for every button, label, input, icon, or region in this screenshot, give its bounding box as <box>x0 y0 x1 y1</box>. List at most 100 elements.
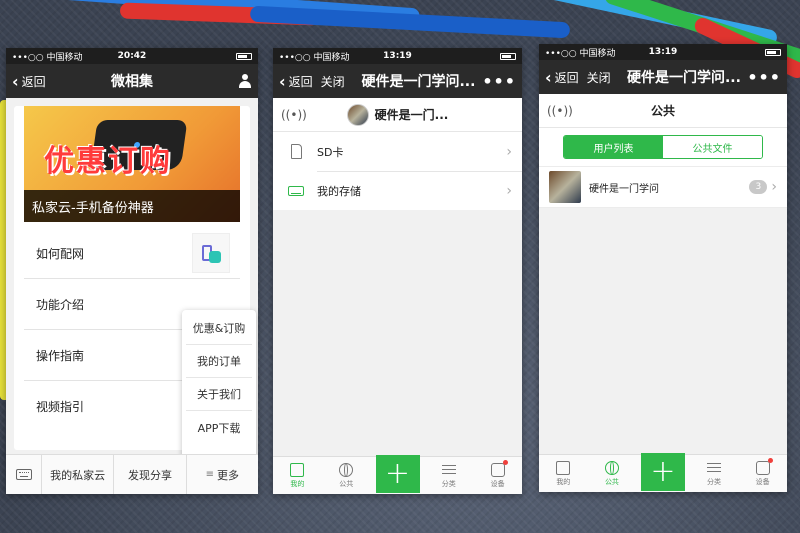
back-button[interactable]: ‹ 返回 <box>12 72 46 91</box>
tab-public[interactable]: 公共 <box>588 455 637 492</box>
folder-icon <box>556 460 571 475</box>
popup-item-app-download[interactable]: APP下载 <box>186 411 252 444</box>
tab-mine[interactable]: 我的 <box>273 457 322 494</box>
carrier-label: •••○○ 中国移动 <box>279 52 350 63</box>
battery-indicator <box>702 48 782 57</box>
menu-item-label: 操作指南 <box>36 348 85 363</box>
tab-label: 分类 <box>707 477 722 486</box>
chevron-right-icon: › <box>506 182 512 199</box>
back-button[interactable]: ‹ 返回 <box>279 72 313 91</box>
globe-icon <box>604 460 619 475</box>
storage-item-label: 我的存储 <box>317 184 361 198</box>
clock: 20:42 <box>117 51 147 61</box>
user-icon[interactable] <box>238 74 252 88</box>
menu-more-label: 更多 <box>217 468 240 482</box>
globe-icon <box>339 462 354 477</box>
banner-caption: 私家云-手机备份神器 <box>24 190 240 222</box>
menu-item-label: 视频指引 <box>36 400 85 414</box>
popup-item-promo-order[interactable]: 优惠&订购 <box>186 312 252 345</box>
storage-item-sd-card[interactable]: SD卡 › <box>273 132 522 171</box>
storage-list: SD卡 › 我的存储 › <box>273 132 522 210</box>
list-item[interactable]: 硬件是一门学问 3 › <box>539 166 787 208</box>
chevron-right-icon: › <box>506 143 512 160</box>
battery-icon <box>500 52 516 60</box>
drive-icon <box>288 185 304 196</box>
tab-category[interactable]: 分类 <box>690 455 739 492</box>
add-button[interactable]: + <box>636 452 689 492</box>
menu-item-label: 如何配网 <box>36 246 85 261</box>
clock: 13:19 <box>383 51 412 61</box>
wifi-phone-icon <box>192 233 230 273</box>
count-badge: 3 <box>749 180 768 194</box>
device-icon <box>755 457 773 475</box>
segment-public-files[interactable]: 公共文件 <box>663 136 762 158</box>
page-title: 硬件是一门学问... <box>626 70 741 86</box>
tab-label: 设备 <box>755 477 770 486</box>
chevron-left-icon: ‹ <box>12 71 19 91</box>
tab-label: 我的 <box>556 477 571 486</box>
tab-public[interactable]: 公共 <box>322 457 371 494</box>
battery-icon <box>236 52 252 60</box>
device-name: 硬件是一门... <box>374 108 449 122</box>
more-dots-icon[interactable]: ••• <box>747 68 781 87</box>
close-button[interactable]: 关闭 <box>321 73 345 90</box>
folder-icon <box>290 462 305 477</box>
plus-icon: + <box>375 454 420 493</box>
device-icon <box>490 459 508 477</box>
user-name: 硬件是一门学问 <box>589 183 659 195</box>
battery-icon <box>765 48 782 56</box>
keyboard-toggle[interactable] <box>6 455 42 494</box>
tab-device[interactable]: 设备 <box>738 455 787 492</box>
phone-screen-public: •••○○ 中国移动 13:19 ‹ 返回 关闭 硬件是一门学问... ••• … <box>539 44 787 492</box>
hamburger-icon: ≡ <box>205 469 215 480</box>
menu-discover-share[interactable]: 发现分享 <box>114 455 187 494</box>
tab-label: 公共 <box>604 477 619 486</box>
sd-card-icon <box>290 144 302 159</box>
back-label: 返回 <box>21 74 46 89</box>
menu-item-network-setup[interactable]: 如何配网 <box>24 228 240 279</box>
segment-control: 用户列表 公共文件 <box>563 135 763 159</box>
battery-indicator <box>172 52 252 61</box>
nav-bar: ‹ 返回 微相集 <box>6 64 258 98</box>
device-header: ((•)) 硬件是一门... <box>273 98 522 132</box>
tab-label: 我的 <box>290 479 305 488</box>
storage-item-label: SD卡 <box>317 145 344 159</box>
add-button[interactable]: + <box>371 454 425 494</box>
page-title: 硬件是一门学问... <box>361 74 476 90</box>
carrier-label: •••○○ 中国移动 <box>12 52 83 63</box>
status-bar: •••○○ 中国移动 20:42 <box>6 48 258 64</box>
clock: 13:19 <box>648 47 678 57</box>
status-bar: •••○○ 中国移动 13:19 <box>273 48 522 64</box>
tab-device[interactable]: 设备 <box>473 457 522 494</box>
back-label: 返回 <box>288 74 313 89</box>
bottom-tab-bar: 我的 公共 + 分类 设备 <box>273 454 522 494</box>
menu-more[interactable]: ≡ 更多 <box>187 455 258 494</box>
nav-bar: ‹ 返回 关闭 硬件是一门学问... ••• <box>273 64 522 98</box>
tab-mine[interactable]: 我的 <box>539 455 588 492</box>
battery-indicator <box>437 52 516 61</box>
keyboard-icon <box>15 469 32 480</box>
popup-item-about-us[interactable]: 关于我们 <box>186 378 252 411</box>
menu-item-label: 功能介绍 <box>36 297 85 312</box>
chevron-left-icon: ‹ <box>279 71 286 91</box>
more-dots-icon[interactable]: ••• <box>482 72 516 91</box>
tab-category[interactable]: 分类 <box>424 457 473 494</box>
avatar <box>549 171 581 203</box>
promo-banner[interactable]: 优惠订购 私家云-手机备份神器 <box>24 106 240 222</box>
storage-item-my-storage[interactable]: 我的存储 › <box>273 171 522 210</box>
chevron-left-icon: ‹ <box>545 67 552 87</box>
nav-bar: ‹ 返回 关闭 硬件是一门学问... ••• <box>539 60 787 94</box>
chevron-right-icon: › <box>771 179 777 195</box>
bottom-menu-bar: 我的私家云 发现分享 ≡ 更多 <box>6 454 258 494</box>
tab-label: 分类 <box>441 479 456 488</box>
carrier-label: •••○○ 中国移动 <box>545 48 616 59</box>
plus-icon: + <box>640 452 685 491</box>
close-button[interactable]: 关闭 <box>587 69 611 86</box>
tab-label: 公共 <box>339 479 354 488</box>
menu-my-cloud[interactable]: 我的私家云 <box>42 455 115 494</box>
popup-item-my-orders[interactable]: 我的订单 <box>186 345 252 378</box>
section-title: 公共 <box>650 104 675 118</box>
back-button[interactable]: ‹ 返回 <box>545 68 579 87</box>
phone-screen-storage: •••○○ 中国移动 13:19 ‹ 返回 关闭 硬件是一门学问... ••• … <box>273 48 522 494</box>
segment-user-list[interactable]: 用户列表 <box>564 136 663 158</box>
